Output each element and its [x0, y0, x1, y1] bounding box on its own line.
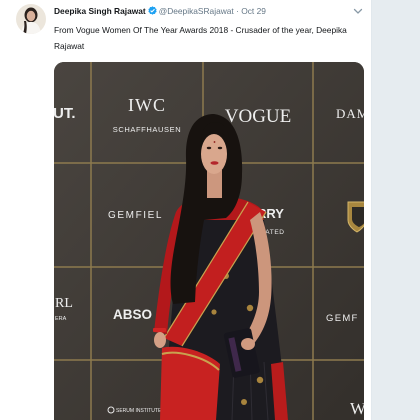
saree-red-hem — [160, 346, 220, 420]
lips — [210, 161, 219, 165]
face — [201, 134, 227, 174]
bangle — [153, 328, 166, 332]
avatar-face — [26, 10, 36, 22]
tweet-card[interactable]: Deepika Singh Rajawat @DeepikaSRajawat · … — [0, 0, 372, 420]
tweet-text: From Vogue Women Of The Year Awards 2018… — [54, 25, 347, 51]
verified-badge-icon — [148, 6, 157, 15]
logo-abso: ABSO — [113, 307, 152, 322]
handle-line: @DeepikaSRajawat · Oct 29 — [159, 6, 266, 16]
avatar[interactable] — [16, 4, 46, 34]
left-eye — [206, 146, 212, 150]
tweet-photo[interactable]: UT. IWC SCHAFFHAUSEN VOGUE DAM GEMFIEL R… — [54, 62, 364, 420]
tweet-header: Deepika Singh Rajawat @DeepikaSRajawat · … — [54, 5, 266, 18]
logo-gemf: GEMF — [326, 313, 359, 324]
avatar-image — [16, 4, 46, 34]
logo-iwc: IWC — [128, 95, 166, 115]
logo-absolut-fragment: UT. — [54, 105, 76, 122]
logo-w: W — [350, 399, 364, 418]
chevron-down-icon[interactable] — [353, 8, 363, 15]
display-name[interactable]: Deepika Singh Rajawat — [54, 6, 146, 16]
tweet-date[interactable]: Oct 29 — [241, 6, 266, 16]
logo-rl: RL — [55, 296, 73, 311]
logo-gemfields: GEMFIEL — [108, 210, 163, 221]
neck — [207, 170, 222, 198]
photo-scene: UT. IWC SCHAFFHAUSEN VOGUE DAM GEMFIEL R… — [54, 62, 364, 420]
left-hand — [154, 332, 166, 348]
right-eye — [217, 146, 223, 150]
separator-dot: · — [236, 6, 239, 16]
logo-dam: DAM — [336, 106, 364, 121]
right-hand — [241, 338, 255, 350]
bindi — [213, 141, 216, 143]
user-handle[interactable]: @DeepikaSRajawat — [159, 6, 234, 16]
logo-iwc-subtitle: SCHAFFHAUSEN — [113, 125, 181, 134]
logo-vogue: VOGUE — [225, 106, 292, 127]
logo-era: ERA — [55, 316, 67, 322]
